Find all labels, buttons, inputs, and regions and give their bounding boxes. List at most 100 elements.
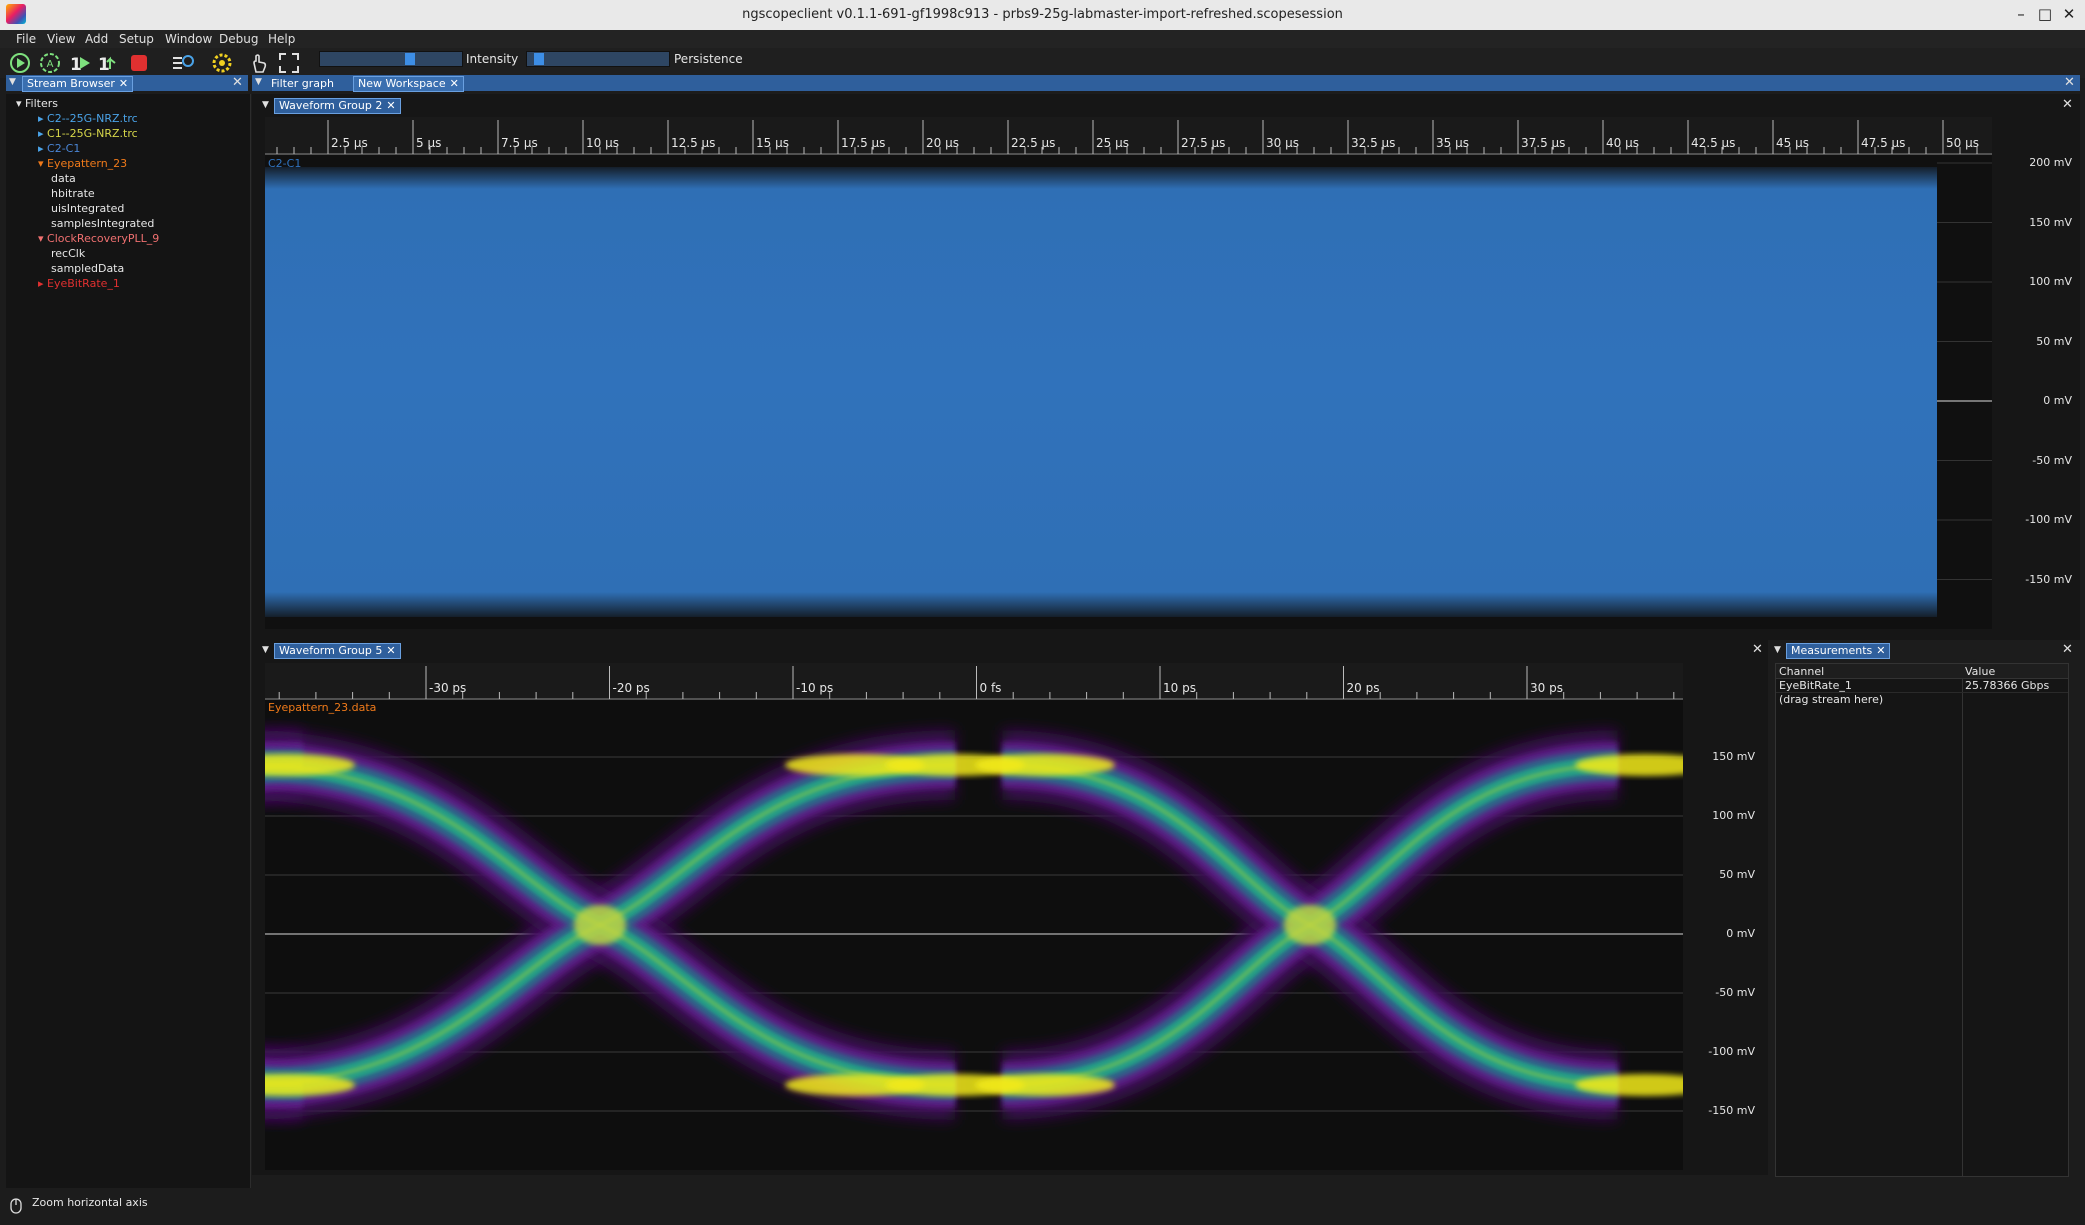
table-row[interactable]: EyeBitRate_1 25.78366 Gbps (1776, 679, 2068, 693)
menu-view[interactable]: View (47, 32, 75, 46)
close-tab-icon[interactable]: ✕ (1876, 644, 1885, 657)
menu-setup[interactable]: Setup (119, 32, 154, 46)
minimize-icon[interactable]: – (2012, 5, 2030, 23)
voltage-tick-label: 0 mV (1726, 927, 1755, 940)
channel-label[interactable]: Eyepattern_23.data (268, 701, 376, 714)
tab-waveform-group-5[interactable]: Waveform Group 5 ✕ (274, 643, 401, 659)
collapse-icon[interactable]: ▼ (255, 77, 262, 87)
intensity-slider[interactable] (319, 51, 463, 67)
tab-label: Measurements (1791, 644, 1873, 657)
tab-new-workspace[interactable]: New Workspace ✕ (353, 76, 464, 92)
tab-measurements[interactable]: Measurements ✕ (1786, 643, 1891, 659)
waveform-plot-area[interactable]: C2-C1 (265, 155, 1992, 629)
ruler-tick-label: 47.5 µs (1861, 136, 1905, 150)
close-panel-icon[interactable]: ✕ (2062, 642, 2073, 657)
ruler-tick-label: 42.5 µs (1691, 136, 1735, 150)
tree-item-eyebitrate[interactable]: ▸ EyeBitRate_1 (38, 277, 120, 290)
time-ruler[interactable]: 2.5 µs 5 µs 7.5 µs 10 µs 12.5 µs 15 µs 17.5 µs… (265, 117, 1992, 155)
menu-window[interactable]: Window (165, 32, 212, 46)
intensity-slider-knob[interactable] (405, 53, 415, 65)
tree-item-eyepattern[interactable]: ▾ Eyepattern_23 (38, 157, 127, 170)
voltage-axis[interactable]: 150 mV 100 mV 50 mV 0 mV -50 mV -100 mV -150 m… (1683, 700, 1768, 1170)
tree-label: ClockRecoveryPLL_9 (47, 232, 160, 245)
close-icon[interactable]: ✕ (2060, 5, 2078, 23)
tree-item-c2-trc[interactable]: ▸ C2--25G-NRZ.trc (38, 112, 138, 125)
tree-label: C1--25G-NRZ.trc (47, 127, 138, 140)
tab-stream-browser[interactable]: Stream Browser ✕ (22, 76, 134, 92)
tree-child-data[interactable]: data (51, 172, 76, 185)
eye-pattern-image (265, 730, 1683, 1120)
tree-item-clockrecovery[interactable]: ▾ ClockRecoveryPLL_9 (38, 232, 159, 245)
measurement-channel: EyeBitRate_1 (1779, 679, 1852, 692)
time-ruler[interactable]: -30 ps -20 ps -10 ps 0 fs 10 ps 20 ps 30 ps (265, 663, 1683, 700)
gear-icon[interactable] (210, 51, 234, 75)
menu-debug[interactable]: Debug (219, 32, 258, 46)
ruler-tick-label: 10 ps (1163, 681, 1196, 695)
eye-hotspot (1284, 905, 1336, 945)
filters-root[interactable]: ▾ Filters (16, 97, 58, 110)
ruler-tick-label: 32.5 µs (1351, 136, 1395, 150)
voltage-axis[interactable]: 200 mV 150 mV 100 mV 50 mV 0 mV -50 mV -100 mV… (1992, 155, 2080, 629)
close-panel-icon[interactable]: ✕ (2062, 97, 2073, 112)
ruler-tick-label: 20 ps (1347, 681, 1380, 695)
stop-icon[interactable] (127, 51, 151, 75)
persistence-slider[interactable] (526, 51, 670, 67)
close-tab-icon[interactable]: ✕ (386, 644, 395, 657)
stream-browser-titlebar: ▼ Stream Browser ✕ ✕ (6, 75, 248, 92)
force-trigger-icon[interactable]: 1 (96, 51, 120, 75)
column-header-channel[interactable]: Channel (1779, 665, 1824, 678)
ruler-tick-label: 17.5 µs (841, 136, 885, 150)
eye-transition-path (265, 1074, 303, 1093)
title-bar: ngscopeclient v0.1.1-691-gf1998c913 - pr… (0, 0, 2085, 30)
tree-item-c2-c1[interactable]: ▸ C2-C1 (38, 142, 80, 155)
run-icon[interactable] (8, 51, 32, 75)
tree-item-c1-trc[interactable]: ▸ C1--25G-NRZ.trc (38, 127, 138, 140)
collapse-icon[interactable]: ▼ (1774, 645, 1781, 655)
table-row[interactable]: (drag stream here) (1776, 693, 2068, 706)
tab-waveform-group-2[interactable]: Waveform Group 2 ✕ (274, 98, 401, 114)
close-tab-icon[interactable]: ✕ (119, 77, 128, 90)
collapse-icon[interactable]: ▼ (262, 100, 269, 110)
touch-icon[interactable] (246, 51, 270, 75)
waveform-group-2-titlebar: ▼ Waveform Group 2 ✕ ✕ (252, 97, 2080, 114)
tree-label: Eyepattern_23 (47, 157, 128, 170)
history-icon[interactable] (170, 51, 194, 75)
close-panel-icon[interactable]: ✕ (1752, 642, 1763, 657)
single-trigger-icon[interactable]: 1 (68, 51, 92, 75)
tree-child-hbitrate[interactable]: hbitrate (51, 187, 95, 200)
eye-plot-area[interactable]: Eyepattern_23.data (265, 700, 1683, 1170)
ruler-tick-label: 5 µs (416, 136, 441, 150)
column-divider (1962, 664, 1963, 1176)
window-title: ngscopeclient v0.1.1-691-gf1998c913 - pr… (742, 7, 1343, 22)
fullscreen-icon[interactable] (277, 51, 301, 75)
ruler-tick-label: -10 ps (796, 681, 833, 695)
ruler-tick-label: 30 ps (1530, 681, 1563, 695)
tree-child-sampleddata[interactable]: sampledData (51, 262, 124, 275)
eye-transition-path (265, 742, 303, 791)
menu-file[interactable]: File (16, 32, 36, 46)
maximize-icon[interactable]: □ (2036, 5, 2054, 23)
close-tab-icon[interactable]: ✕ (386, 99, 395, 112)
tree-label: C2--25G-NRZ.trc (47, 112, 138, 125)
tree-child-uisintegrated[interactable]: uisIntegrated (51, 202, 124, 215)
menu-add[interactable]: Add (85, 32, 108, 46)
ruler-tick-label: 27.5 µs (1181, 136, 1225, 150)
tree-child-recclk[interactable]: recClk (51, 247, 85, 260)
menu-help[interactable]: Help (268, 32, 295, 46)
auto-trigger-icon[interactable]: A (38, 51, 62, 75)
close-tab-icon[interactable]: ✕ (450, 77, 459, 90)
collapse-icon[interactable]: ▼ (262, 645, 269, 655)
close-panel-icon[interactable]: ✕ (2064, 75, 2075, 90)
tree-label: EyeBitRate_1 (47, 277, 120, 290)
voltage-tick-label: 100 mV (2029, 275, 2072, 288)
close-panel-icon[interactable]: ✕ (232, 75, 243, 90)
tree-child-samplesintegrated[interactable]: samplesIntegrated (51, 217, 154, 230)
persistence-slider-knob[interactable] (534, 53, 544, 65)
voltage-tick-label: -50 mV (2032, 453, 2072, 467)
waveform-trace (265, 167, 1937, 617)
collapse-icon[interactable]: ▼ (9, 77, 16, 87)
channel-label[interactable]: C2-C1 (268, 157, 301, 170)
tab-filter-graph[interactable]: Filter graph (266, 76, 339, 92)
workspace-titlebar: ▼ Filter graph New Workspace ✕ ✕ (252, 75, 2080, 92)
column-header-value[interactable]: Value (1965, 665, 1995, 678)
